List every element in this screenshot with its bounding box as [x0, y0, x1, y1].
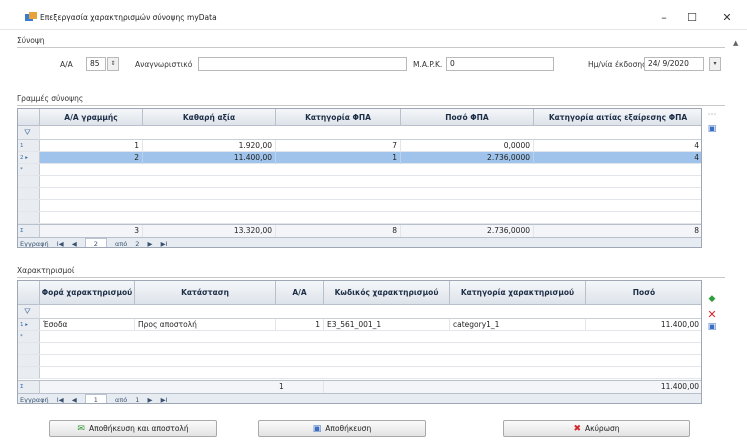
nav-of-label: από — [115, 240, 128, 248]
characterizations-divider — [17, 277, 725, 278]
nav-total: 1 — [135, 396, 140, 404]
scroll-up-icon[interactable]: ▲ — [733, 39, 738, 47]
lines-filter-row[interactable] — [40, 126, 701, 140]
minimize-button[interactable]: – — [653, 9, 675, 27]
char-col-aa[interactable]: Α/Α — [276, 281, 324, 305]
characterizations-grid[interactable]: Φορά χαρακτηρισμού Κατάσταση Α/Α Κωδικός… — [17, 280, 702, 404]
date-dropdown-icon[interactable]: ▾ — [709, 57, 721, 71]
lines-save-icon[interactable]: ▣ — [706, 124, 718, 134]
table-row-selected[interactable]: 2 ▸ 2 11.400,00 1 2.736,0000 4 — [18, 152, 701, 164]
char-corner-header — [18, 281, 40, 305]
delete-icon[interactable]: ✕ — [706, 308, 718, 321]
char-record-navigator[interactable]: Εγγραφή I◀ ◀ 1 από 1 ▶ ▶I — [18, 393, 701, 404]
empty-row — [18, 212, 701, 224]
summary-divider — [17, 47, 725, 48]
nav-first-button[interactable]: I◀ — [57, 239, 64, 247]
lines-divider — [17, 105, 725, 106]
aa-field[interactable]: 85 — [86, 57, 106, 71]
empty-row — [18, 200, 701, 212]
filter-icon[interactable]: ⛛ — [24, 128, 31, 138]
lines-corner-header — [18, 109, 40, 126]
nav-prev-button[interactable]: ◀ — [72, 395, 77, 403]
nav-current-page[interactable]: 1 — [84, 394, 107, 403]
empty-row — [18, 343, 701, 355]
empty-row — [18, 367, 701, 379]
char-summary-row: Σ 1 11.400,00 — [18, 380, 701, 393]
app-icon — [25, 12, 37, 21]
char-filter-row[interactable] — [40, 305, 701, 319]
lines-record-navigator[interactable]: Εγγραφή I◀ ◀ 2 από 2 ▶ ▶I — [18, 237, 701, 248]
mark-field[interactable]: 0 — [446, 57, 554, 71]
filter-icon[interactable]: ⛛ — [24, 307, 31, 317]
lines-menu-icon[interactable]: ⋯ — [706, 110, 718, 120]
nav-first-button[interactable]: I◀ — [57, 395, 64, 403]
save-button[interactable]: ▣ Αποθήκευση — [258, 420, 426, 437]
lines-col-aa[interactable]: Α/Α γραμμής — [40, 109, 143, 126]
nav-last-button[interactable]: ▶I — [161, 395, 168, 403]
new-row[interactable]: * — [18, 331, 701, 343]
char-filter-indicator: ⛛ — [18, 305, 40, 319]
maximize-button[interactable]: ☐ — [681, 9, 703, 27]
lines-col-vat-amount[interactable]: Ποσό ΦΠΑ — [401, 109, 534, 126]
table-row[interactable]: 1 1 1.920,00 7 0,0000 4 — [18, 140, 701, 152]
save-and-send-button[interactable]: ✉ Αποθήκευση και αποστολή — [49, 420, 217, 437]
empty-row — [18, 188, 701, 200]
char-col-category[interactable]: Κατηγορία χαρακτηρισμού — [450, 281, 586, 305]
floppy-icon: ▣ — [312, 423, 322, 434]
send-icon: ✉ — [77, 423, 85, 434]
cancel-x-icon: ✖ — [573, 423, 582, 434]
new-row[interactable]: * — [18, 164, 701, 176]
nav-of-label: από — [115, 396, 128, 404]
lines-col-net[interactable]: Καθαρή αξία — [143, 109, 276, 126]
identifier-field[interactable] — [198, 57, 407, 71]
aa-spinner[interactable]: ⇕ — [107, 57, 119, 71]
nav-last-button[interactable]: ▶I — [161, 239, 168, 247]
cancel-button[interactable]: ✖ Ακύρωση — [503, 420, 690, 437]
title-bar: Επεξεργασία χαρακτηρισμών σύνοψης myData… — [0, 0, 747, 30]
lines-grid[interactable]: Α/Α γραμμής Καθαρή αξία Κατηγορία ΦΠΑ Πο… — [17, 108, 702, 248]
close-button[interactable]: ✕ — [716, 9, 738, 27]
char-col-amount[interactable]: Ποσό — [586, 281, 701, 305]
nav-current-page[interactable]: 2 — [84, 238, 107, 247]
lines-filter-indicator: ⛛ — [18, 126, 40, 140]
identifier-label: Αναγνωριστικό — [135, 60, 193, 69]
characterizations-section-label: Χαρακτηρισμοί — [17, 266, 75, 275]
save-icon[interactable]: ▣ — [706, 322, 718, 332]
nav-prev-button[interactable]: ◀ — [72, 239, 77, 247]
mark-label: M.A.P.K. — [413, 60, 443, 69]
add-icon[interactable]: ◆ — [706, 294, 718, 304]
lines-summary-row: Σ 3 13.320,00 8 2.736,0000 8 — [18, 224, 701, 237]
issue-date-field[interactable]: 24/ 9/2020 — [644, 57, 704, 71]
nav-next-button[interactable]: ▶ — [147, 239, 152, 247]
issue-date-label: Ημ/νία έκδοσης — [588, 60, 647, 69]
char-col-code[interactable]: Κωδικός χαρακτηρισμού — [324, 281, 450, 305]
lines-col-vat-category[interactable]: Κατηγορία ΦΠΑ — [276, 109, 401, 126]
nav-total: 2 — [135, 240, 140, 248]
char-col-status[interactable]: Κατάσταση — [135, 281, 276, 305]
lines-col-exemption[interactable]: Κατηγορία αιτίας εξαίρεσης ΦΠΑ — [534, 109, 701, 126]
table-row[interactable]: 1 ▸ Έσοδα Προς αποστολή 1 E3_561_001_1 c… — [18, 319, 701, 331]
char-col-direction[interactable]: Φορά χαρακτηρισμού — [40, 281, 135, 305]
window-title: Επεξεργασία χαρακτηρισμών σύνοψης myData — [40, 13, 217, 22]
nav-label: Εγγραφή — [20, 396, 49, 404]
empty-row — [18, 355, 701, 367]
nav-label: Εγγραφή — [20, 240, 49, 248]
empty-row — [18, 176, 701, 188]
summary-section-label: Σύνοψη — [17, 36, 45, 45]
nav-next-button[interactable]: ▶ — [147, 395, 152, 403]
aa-label: Α/Α — [60, 60, 73, 69]
window-scrollbar[interactable]: ▲ — [731, 33, 743, 441]
lines-section-label: Γραμμές σύνοψης — [17, 94, 84, 103]
